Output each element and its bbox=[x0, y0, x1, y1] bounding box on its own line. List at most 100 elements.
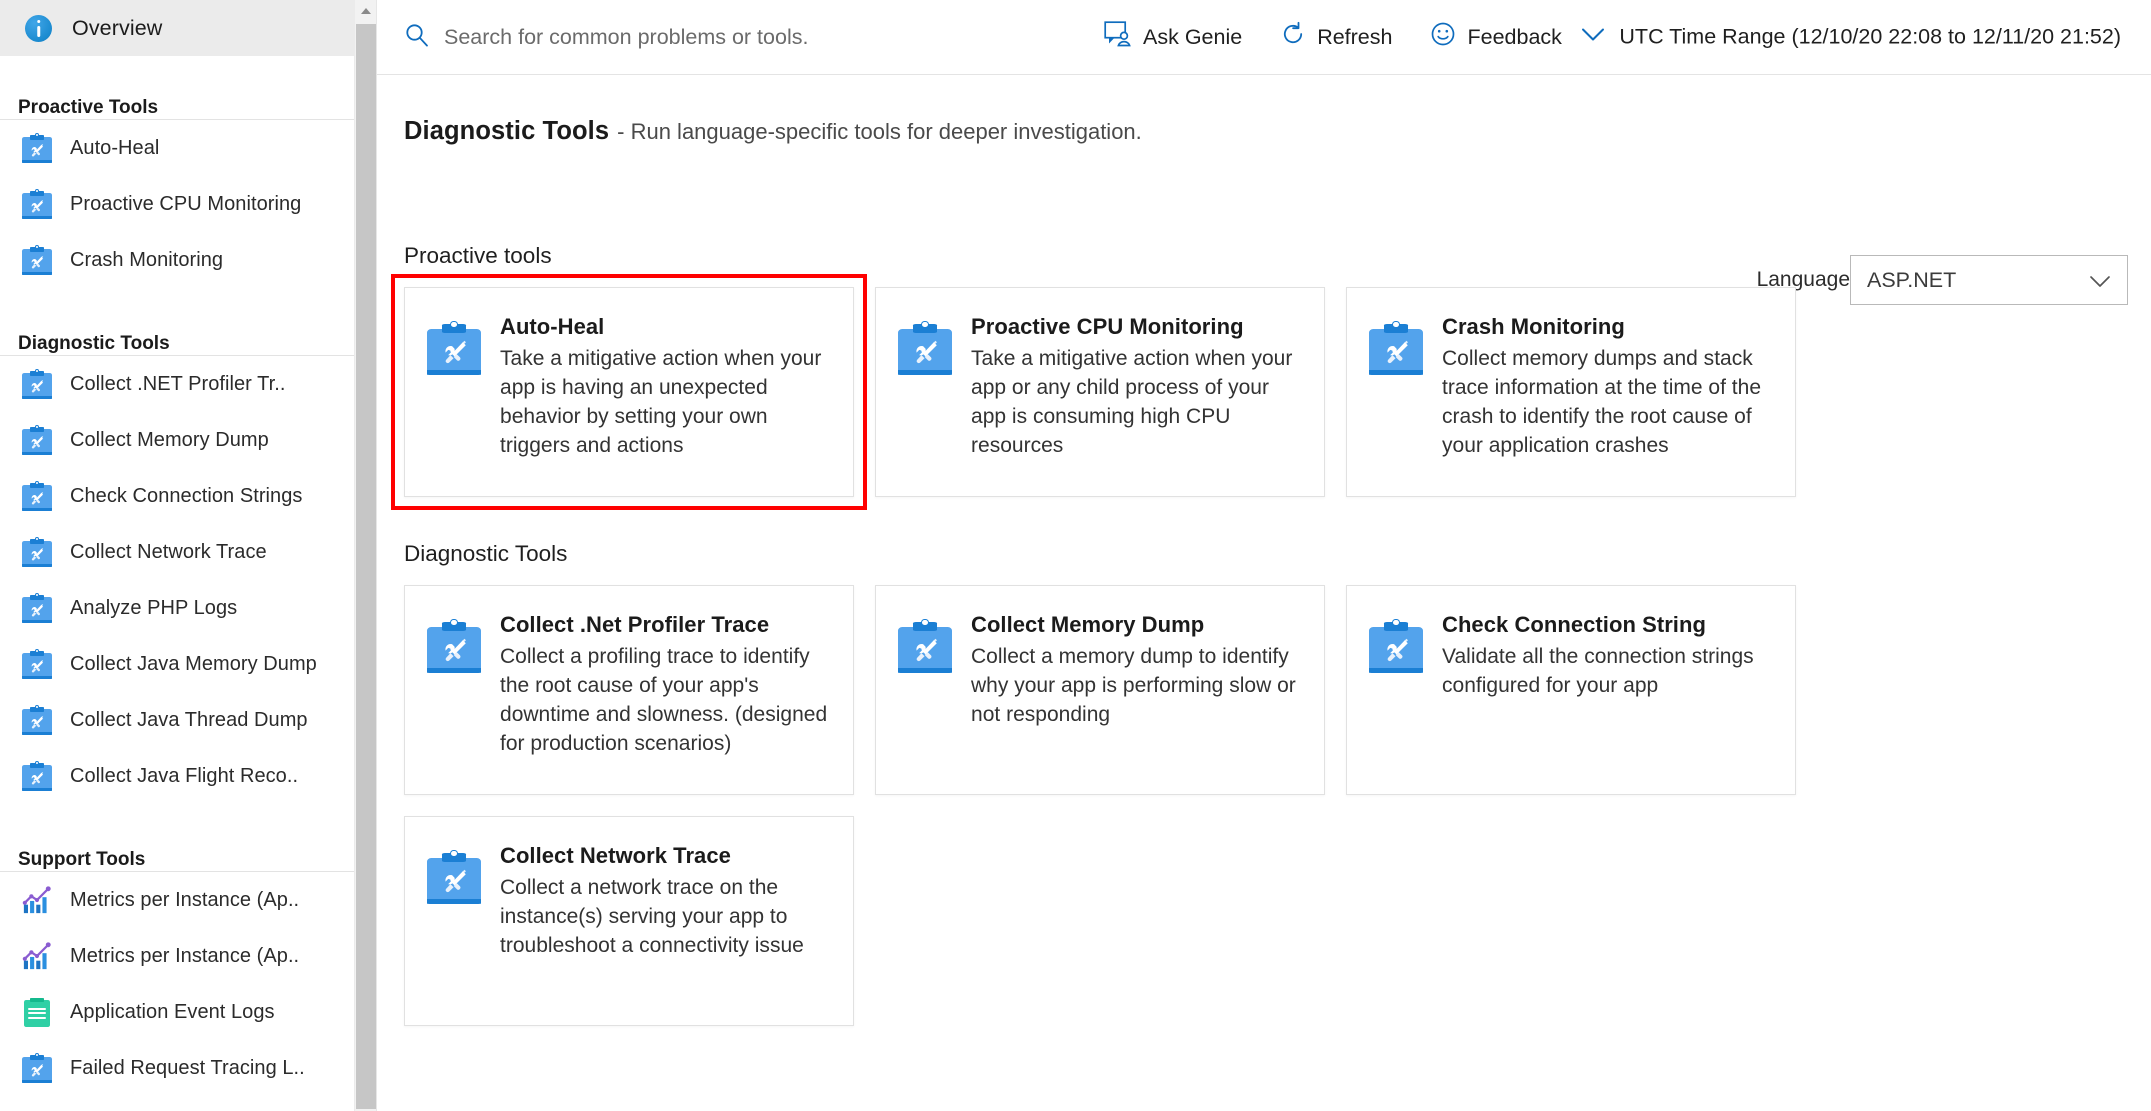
card-grid: Auto-HealTake a mitigative action when y… bbox=[404, 287, 2151, 497]
sidebar-item-collect-memory-dump[interactable]: Collect Memory Dump bbox=[0, 412, 376, 468]
tool-card[interactable]: Proactive CPU Monitoring Take a mitigativ… bbox=[875, 287, 1325, 497]
tools-clipboard-icon bbox=[898, 619, 952, 673]
sidebar-item-label: Collect .NET Profiler Tr.. bbox=[70, 373, 285, 396]
chevron-down-icon bbox=[1580, 25, 1606, 50]
sidebar-item-label: Crash Monitoring bbox=[70, 249, 223, 272]
card-grid: Collect .Net Profiler TraceCollect a pro… bbox=[404, 585, 2151, 1026]
sidebar-scrollbar[interactable] bbox=[354, 0, 376, 1111]
card-description: Validate all the connection strings conf… bbox=[1442, 643, 1773, 701]
sidebar-item-proactive-cpu-monitoring[interactable]: Proactive CPU Monitoring bbox=[0, 176, 376, 232]
chart-metrics-icon bbox=[22, 885, 52, 915]
tools-clipboard-icon bbox=[22, 1053, 52, 1083]
scrollbar-thumb[interactable] bbox=[356, 24, 376, 1109]
tools-clipboard-icon bbox=[427, 850, 481, 904]
tools-clipboard-icon bbox=[22, 189, 52, 219]
search-icon bbox=[404, 22, 430, 53]
sidebar-item-application-event-logs[interactable]: Application Event Logs bbox=[0, 984, 376, 1040]
time-range-label: UTC Time Range (12/10/20 22:08 to 12/11/… bbox=[1619, 25, 2121, 50]
card-text: Collect Memory Dump Collect a memory dump… bbox=[971, 612, 1302, 774]
tool-card[interactable]: Check Connection String Validate all the … bbox=[1346, 585, 1796, 795]
time-range-selector[interactable]: UTC Time Range (12/10/20 22:08 to 12/11/… bbox=[1580, 25, 2121, 50]
card-text: Check Connection String Validate all the … bbox=[1442, 612, 1773, 774]
sidebar-item-crash-monitoring[interactable]: Crash Monitoring bbox=[0, 232, 376, 288]
card-holder: Collect .Net Profiler TraceCollect a pro… bbox=[404, 585, 854, 795]
card-title: Proactive CPU Monitoring bbox=[971, 314, 1302, 339]
tool-card[interactable]: Collect .Net Profiler TraceCollect a pro… bbox=[404, 585, 854, 795]
tools-clipboard-icon bbox=[22, 369, 52, 399]
sidebar-group-title: Diagnostic Tools bbox=[0, 314, 376, 356]
sidebar-item-collect-network-trace[interactable]: Collect Network Trace bbox=[0, 524, 376, 580]
main-area: Ask Genie Refresh bbox=[377, 0, 2151, 1111]
sidebar-item-label: Collect Network Trace bbox=[70, 541, 267, 564]
search-box[interactable] bbox=[404, 22, 1014, 53]
tools-clipboard-icon bbox=[22, 537, 52, 567]
search-input[interactable] bbox=[444, 25, 1014, 50]
sidebar-item-label: Failed Request Tracing L.. bbox=[70, 1057, 305, 1080]
card-text: Collect .Net Profiler TraceCollect a pro… bbox=[500, 612, 831, 774]
language-selector-row: Language ASP.NET bbox=[1757, 255, 2128, 305]
smiley-icon bbox=[1430, 21, 1456, 53]
sidebar-item-analyze-php-logs[interactable]: Analyze PHP Logs bbox=[0, 580, 376, 636]
tool-card[interactable]: Auto-HealTake a mitigative action when y… bbox=[404, 287, 854, 497]
tools-clipboard-icon bbox=[22, 133, 52, 163]
sidebar-item-failed-request-tracing-l[interactable]: Failed Request Tracing L.. bbox=[0, 1040, 376, 1096]
sidebar-item-label: Collect Java Memory Dump bbox=[70, 653, 317, 676]
sidebar-item-overview[interactable]: Overview bbox=[0, 0, 376, 56]
tool-card[interactable]: Collect Network TraceCollect a network t… bbox=[404, 816, 854, 1026]
card-holder: Collect Network TraceCollect a network t… bbox=[404, 816, 854, 1026]
sidebar-item-auto-heal[interactable]: Auto-Heal bbox=[0, 120, 376, 176]
language-dropdown[interactable]: ASP.NET bbox=[1850, 255, 2128, 305]
sidebar-item-label: Proactive CPU Monitoring bbox=[70, 193, 301, 216]
genie-icon bbox=[1104, 21, 1132, 53]
card-text: Collect Network TraceCollect a network t… bbox=[500, 843, 831, 1005]
card-icon bbox=[427, 612, 481, 774]
tool-card[interactable]: Crash MonitoringCollect memory dumps and… bbox=[1346, 287, 1796, 497]
card-icon bbox=[427, 314, 481, 476]
card-holder: Proactive CPU Monitoring Take a mitigativ… bbox=[875, 287, 1325, 497]
card-icon bbox=[1369, 612, 1423, 774]
card-holder: Auto-HealTake a mitigative action when y… bbox=[404, 287, 854, 497]
card-icon bbox=[898, 612, 952, 774]
tools-clipboard-icon bbox=[22, 761, 52, 791]
card-title: Collect .Net Profiler Trace bbox=[500, 612, 831, 637]
diagnostic-tools-page: Overview Proactive Tools Auto-Heal bbox=[0, 0, 2151, 1111]
card-text: Auto-HealTake a mitigative action when y… bbox=[500, 314, 831, 476]
card-holder: Crash MonitoringCollect memory dumps and… bbox=[1346, 287, 1796, 497]
info-icon bbox=[25, 15, 52, 42]
ask-genie-button[interactable]: Ask Genie bbox=[1104, 21, 1242, 53]
tools-clipboard-icon bbox=[22, 593, 52, 623]
scroll-up-arrow-icon[interactable] bbox=[355, 0, 376, 22]
card-title: Check Connection String bbox=[1442, 612, 1773, 637]
card-description: Take a mitigative action when your app o… bbox=[971, 345, 1302, 460]
sidebar-item-collect-java-flight-reco[interactable]: Collect Java Flight Reco.. bbox=[0, 748, 376, 804]
sidebar-item-metrics-per-instance-ap[interactable]: Metrics per Instance (Ap.. bbox=[0, 928, 376, 984]
chevron-down-icon bbox=[2089, 275, 2111, 293]
card-icon bbox=[427, 843, 481, 1005]
card-title: Collect Memory Dump bbox=[971, 612, 1302, 637]
sidebar-item-collect-java-memory-dump[interactable]: Collect Java Memory Dump bbox=[0, 636, 376, 692]
sidebar-item-label: Check Connection Strings bbox=[70, 485, 302, 508]
card-description: Collect a memory dump to identify why yo… bbox=[971, 643, 1302, 729]
tool-section: Diagnostic Tools Collect .Net Profiler T… bbox=[404, 541, 2151, 1026]
card-description: Collect a network trace on the instance(… bbox=[500, 874, 831, 960]
sidebar-item-check-connection-strings[interactable]: Check Connection Strings bbox=[0, 468, 376, 524]
tools-clipboard-icon bbox=[898, 321, 952, 375]
sidebar-item-metrics-per-instance-ap[interactable]: Metrics per Instance (Ap.. bbox=[0, 872, 376, 928]
sidebar-item-label: Metrics per Instance (Ap.. bbox=[70, 889, 299, 912]
sidebar-item-collect-net-profiler-tr[interactable]: Collect .NET Profiler Tr.. bbox=[0, 356, 376, 412]
feedback-label: Feedback bbox=[1467, 25, 1561, 50]
page-title: Diagnostic Tools - Run language-specific… bbox=[404, 117, 2151, 146]
card-description: Take a mitigative action when your app i… bbox=[500, 345, 831, 460]
tools-clipboard-icon bbox=[427, 321, 481, 375]
card-text: Crash MonitoringCollect memory dumps and… bbox=[1442, 314, 1773, 476]
feedback-button[interactable]: Feedback bbox=[1430, 21, 1561, 53]
refresh-button[interactable]: Refresh bbox=[1280, 21, 1392, 53]
tool-card[interactable]: Collect Memory Dump Collect a memory dump… bbox=[875, 585, 1325, 795]
toolbar: Ask Genie Refresh bbox=[377, 0, 2151, 75]
sidebar-item-collect-java-thread-dump[interactable]: Collect Java Thread Dump bbox=[0, 692, 376, 748]
tool-sections: Proactive tools Auto-HealTake a mitigati… bbox=[404, 243, 2151, 1026]
tools-clipboard-icon bbox=[22, 649, 52, 679]
ask-genie-label: Ask Genie bbox=[1143, 25, 1242, 50]
tools-clipboard-icon bbox=[427, 619, 481, 673]
sidebar-item-label: Analyze PHP Logs bbox=[70, 597, 237, 620]
